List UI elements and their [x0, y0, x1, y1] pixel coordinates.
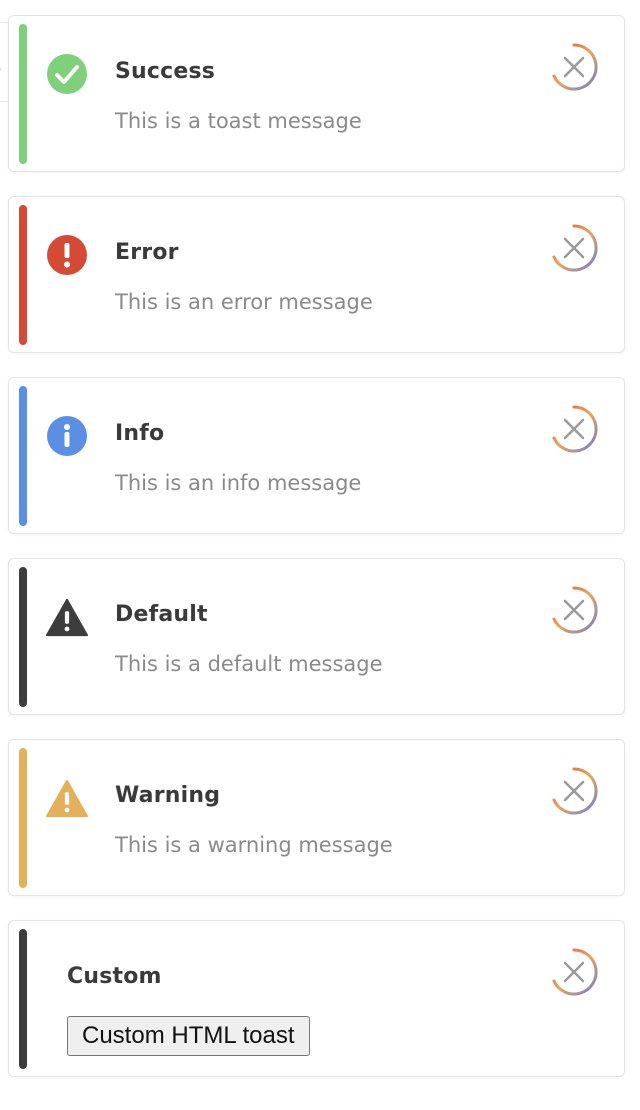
toast-default: Default This is a default message: [8, 558, 625, 715]
toast-title: Info: [115, 421, 165, 446]
toast-custom: Custom Custom HTML toast: [8, 920, 625, 1077]
close-countdown-icon[interactable]: [546, 944, 602, 1000]
info-circle-icon: [45, 414, 89, 458]
toast-success: Success This is a toast message: [8, 15, 625, 172]
background-button-label: n: [0, 47, 1, 77]
toast-accent-bar: [19, 205, 27, 345]
custom-html-toast-button[interactable]: Custom HTML toast: [67, 1016, 310, 1056]
toast-warning: Warning This is a warning message: [8, 739, 625, 896]
exclamation-circle-icon: [45, 233, 89, 277]
toast-title: Success: [115, 59, 216, 84]
toast-info: Info This is an info message: [8, 377, 625, 534]
toast-title: Error: [115, 240, 179, 265]
toast-accent-bar: [19, 929, 27, 1069]
toast-message: This is an error message: [115, 290, 373, 314]
toast-accent-bar: [19, 748, 27, 888]
warning-triangle-icon: [45, 776, 89, 820]
toast-message: This is an info message: [115, 471, 362, 495]
toast-error: Error This is an error message: [8, 196, 625, 353]
check-circle-icon: [45, 52, 89, 96]
toast-accent-bar: [19, 386, 27, 526]
close-countdown-icon[interactable]: [546, 401, 602, 457]
close-countdown-icon[interactable]: [546, 39, 602, 95]
toast-accent-bar: [19, 24, 27, 164]
toast-title: Custom: [67, 964, 162, 989]
toast-title: Warning: [115, 783, 221, 808]
close-countdown-icon[interactable]: [546, 220, 602, 276]
toast-accent-bar: [19, 567, 27, 707]
close-countdown-icon[interactable]: [546, 763, 602, 819]
toast-message: This is a toast message: [115, 109, 362, 133]
close-countdown-icon[interactable]: [546, 582, 602, 638]
toast-title: Default: [115, 602, 208, 627]
warning-triangle-icon: [45, 595, 89, 639]
toast-message: This is a default message: [115, 652, 383, 676]
toast-message: This is a warning message: [115, 833, 393, 857]
